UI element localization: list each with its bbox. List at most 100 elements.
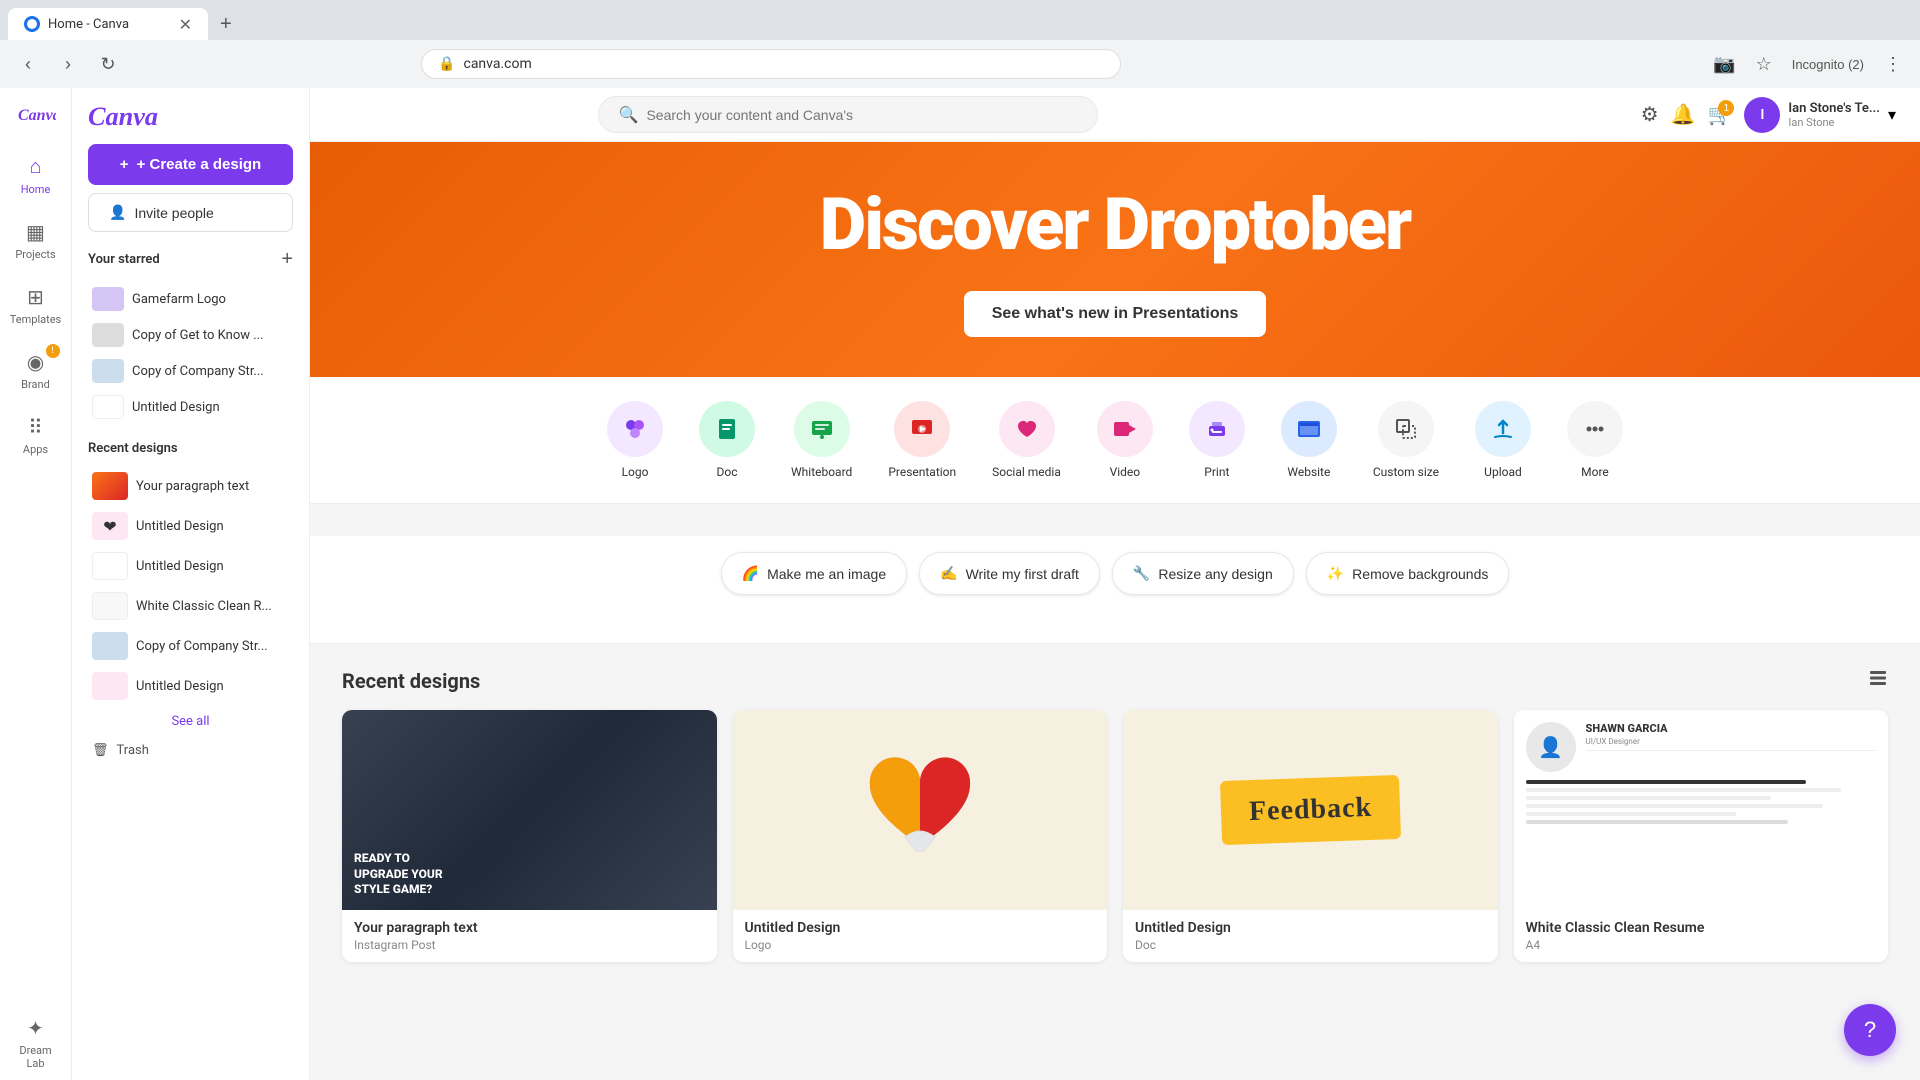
video-icon-container	[1097, 401, 1153, 457]
quick-action-print[interactable]: Print	[1177, 393, 1257, 487]
notifications-button[interactable]: 🔔	[1671, 102, 1696, 127]
reload-button[interactable]: ↻	[92, 48, 124, 80]
quick-action-upload[interactable]: Upload	[1463, 393, 1543, 487]
resize-button[interactable]: 🔧 Resize any design	[1112, 552, 1294, 595]
recent-designs-heading: Recent designs	[342, 669, 480, 693]
help-button[interactable]: ?	[1844, 1004, 1896, 1056]
quick-action-presentation[interactable]: Presentation	[876, 393, 968, 487]
design-thumb-3: Feedback	[1123, 710, 1498, 910]
design-card[interactable]: Feedback Untitled Design Doc	[1123, 710, 1498, 962]
search-bar[interactable]: 🔍	[598, 96, 1098, 133]
list-view-button[interactable]	[1868, 668, 1888, 694]
svg-text:Canva: Canva	[88, 102, 158, 131]
apps-icon: ⠿	[28, 415, 43, 439]
sidebar-item-templates[interactable]: ⊞ Templates	[6, 275, 66, 336]
cart-badge: 1	[1718, 100, 1734, 116]
sidebar-item-apps-label: Apps	[23, 443, 48, 456]
design-name-4: White Classic Clean Resume	[1526, 920, 1877, 936]
quick-action-social[interactable]: Social media	[980, 393, 1073, 487]
recent-sidebar-item[interactable]: Your paragraph text	[88, 466, 293, 506]
starred-item-3-label: Copy of Company Str...	[132, 364, 264, 379]
design-name-2: Untitled Design	[745, 920, 1096, 936]
recent-designs-area: Recent designs READY TOUPGRADE YOURSTYLE…	[310, 644, 1920, 986]
forward-button[interactable]: ›	[52, 48, 84, 80]
quick-action-video[interactable]: Video	[1085, 393, 1165, 487]
social-icon-container	[999, 401, 1055, 457]
qa-social-label: Social media	[992, 465, 1061, 479]
see-all-button[interactable]: See all	[88, 706, 293, 737]
quick-action-custom-size[interactable]: Custom size	[1361, 393, 1451, 487]
remove-bg-icon: ✨	[1327, 565, 1344, 582]
sidebar: Canva ⌂ Home ▦ Projects ⊞ Templates ◉	[0, 88, 310, 1080]
settings-button[interactable]: ⚙	[1641, 102, 1659, 127]
recent-sidebar-item[interactable]: Copy of Company Str...	[88, 626, 293, 666]
starred-item[interactable]: Untitled Design	[88, 389, 293, 425]
website-icon-container	[1281, 401, 1337, 457]
make-image-icon: 🌈	[742, 565, 759, 582]
design-card[interactable]: READY TOUPGRADE YOURSTYLE GAME? Your par…	[342, 710, 717, 962]
recent-thumb-3	[92, 552, 128, 580]
qa-print-label: Print	[1204, 465, 1229, 479]
starred-item-2-label: Copy of Get to Know ...	[132, 328, 264, 343]
design-type-1: Instagram Post	[354, 938, 705, 952]
bookmark-button[interactable]: ☆	[1750, 48, 1778, 81]
remove-bg-button[interactable]: ✨ Remove backgrounds	[1306, 552, 1510, 595]
sidebar-item-brand[interactable]: ◉ Brand !	[6, 340, 66, 401]
sidebar-item-apps[interactable]: ⠿ Apps	[6, 405, 66, 466]
hero-cta-button[interactable]: See what's new in Presentations	[964, 291, 1267, 337]
user-profile[interactable]: I Ian Stone's Te... Ian Stone ▾	[1744, 97, 1896, 133]
sidebar-item-dreamlab-label: Dream Lab	[14, 1044, 58, 1070]
brand-icon: ◉	[27, 350, 44, 374]
camera-off-icon[interactable]: 📷	[1707, 48, 1741, 81]
extensions-button[interactable]: ⋮	[1878, 48, 1908, 81]
search-input[interactable]	[646, 107, 1076, 123]
make-image-button[interactable]: 🌈 Make me an image	[721, 552, 908, 595]
recent-item-3-label: Untitled Design	[136, 559, 224, 574]
sidebar-item-projects[interactable]: ▦ Projects	[6, 210, 66, 271]
recent-sidebar-item[interactable]: Untitled Design	[88, 666, 293, 706]
starred-item[interactable]: Copy of Get to Know ...	[88, 317, 293, 353]
quick-action-website[interactable]: Website	[1269, 393, 1349, 487]
tab-close-button[interactable]: ✕	[179, 15, 192, 34]
sidebar-item-dreamlab[interactable]: ✦ Dream Lab	[6, 1006, 66, 1080]
recent-designs-header: Recent designs	[342, 668, 1888, 694]
design-info-3: Untitled Design Doc	[1123, 910, 1498, 962]
incognito-label: Incognito (2)	[1792, 57, 1864, 72]
starred-list: Gamefarm Logo Copy of Get to Know ... Co…	[88, 281, 293, 425]
back-button[interactable]: ‹	[12, 48, 44, 80]
recent-thumb-5	[92, 632, 128, 660]
incognito-button[interactable]: Incognito (2)	[1786, 51, 1870, 78]
recent-sidebar-item[interactable]: Untitled Design	[88, 546, 293, 586]
qa-whiteboard-label: Whiteboard	[791, 465, 852, 479]
user-info: Ian Stone's Te... Ian Stone	[1788, 101, 1880, 129]
quick-action-more[interactable]: More	[1555, 393, 1635, 487]
quick-action-doc[interactable]: Doc	[687, 393, 767, 487]
qa-presentation-label: Presentation	[888, 465, 956, 479]
recent-sidebar-item[interactable]: ❤ Untitled Design	[88, 506, 293, 546]
quick-action-whiteboard[interactable]: Whiteboard	[779, 393, 864, 487]
recent-sidebar-item[interactable]: White Classic Clean R...	[88, 586, 293, 626]
design-card[interactable]: Untitled Design Logo	[733, 710, 1108, 962]
quick-action-logo[interactable]: Logo	[595, 393, 675, 487]
canva-logo: Canva	[16, 88, 56, 140]
sidebar-item-brand-label: Brand	[21, 378, 50, 391]
starred-add-button[interactable]: +	[281, 248, 293, 271]
create-design-button[interactable]: + + Create a design	[88, 144, 293, 185]
starred-item-1-label: Gamefarm Logo	[132, 292, 226, 307]
cart-button[interactable]: 🛒1	[1707, 102, 1732, 127]
print-icon-container	[1189, 401, 1245, 457]
active-tab[interactable]: Home - Canva ✕	[8, 8, 208, 40]
remove-bg-label: Remove backgrounds	[1352, 566, 1488, 582]
starred-item[interactable]: Gamefarm Logo	[88, 281, 293, 317]
write-draft-button[interactable]: ✍ Write my first draft	[919, 552, 1100, 595]
invite-people-button[interactable]: 👤 Invite people	[88, 193, 293, 232]
trash-button[interactable]: 🗑 Trash	[88, 737, 293, 764]
url-text: canva.com	[463, 56, 531, 72]
starred-item[interactable]: Copy of Company Str...	[88, 353, 293, 389]
new-tab-button[interactable]: +	[212, 9, 240, 40]
sidebar-left-nav: Canva ⌂ Home ▦ Projects ⊞ Templates ◉	[0, 88, 72, 1080]
design-card[interactable]: 👤 SHAWN GARCIA UI/UX Designer	[1514, 710, 1889, 962]
address-bar[interactable]: 🔒 canva.com	[421, 49, 1121, 79]
sidebar-item-home[interactable]: ⌂ Home	[6, 144, 66, 206]
projects-icon: ▦	[26, 220, 45, 244]
